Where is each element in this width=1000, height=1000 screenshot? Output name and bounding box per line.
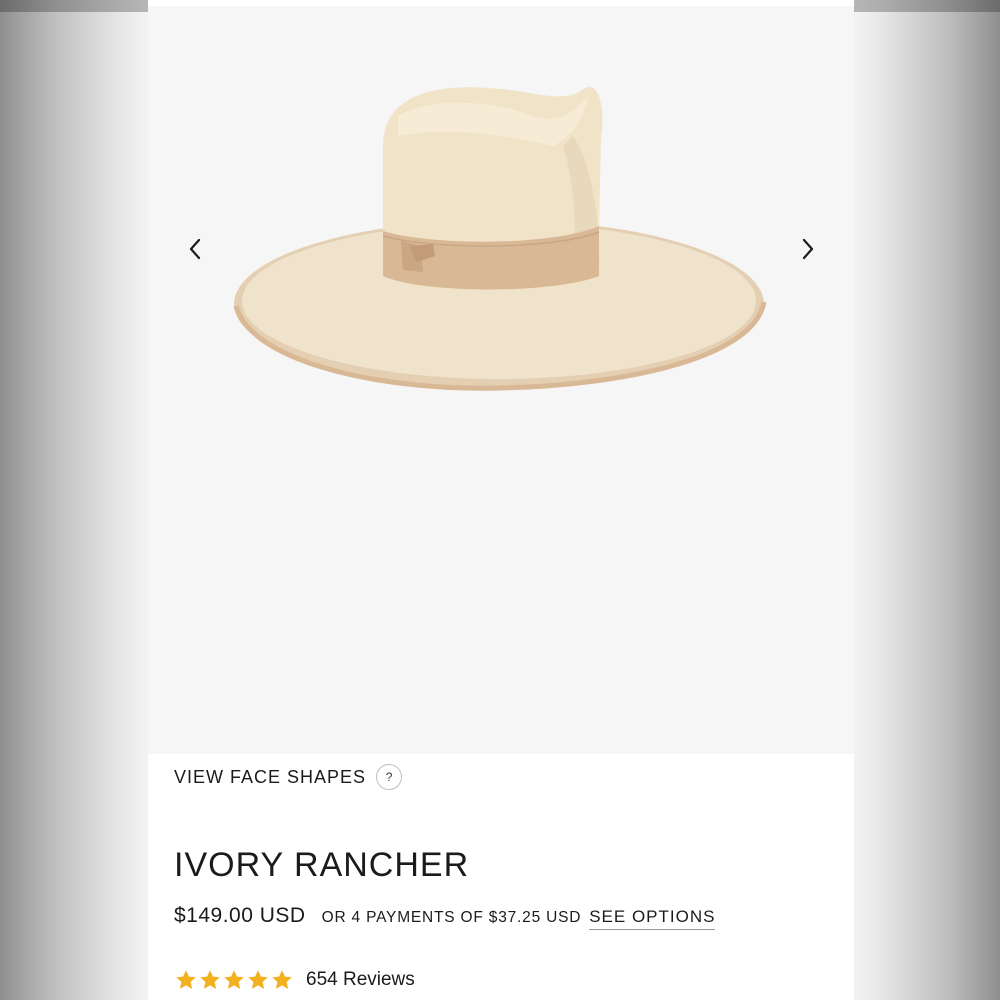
product-price: $149.00 USD xyxy=(174,904,306,927)
installments-text: OR 4 PAYMENTS OF $37.25 USD xyxy=(321,909,582,926)
help-icon[interactable]: ? xyxy=(376,764,403,790)
chevron-left-icon xyxy=(189,238,201,260)
hat-image xyxy=(233,86,767,391)
rating-row: 654 Reviews xyxy=(174,968,415,992)
product-title: IVORY RANCHER xyxy=(174,846,470,884)
product-gallery xyxy=(148,6,854,754)
left-background xyxy=(0,0,148,1000)
star-icon xyxy=(200,970,220,989)
view-face-shapes-link[interactable]: VIEW FACE SHAPES ? xyxy=(174,764,403,790)
star-icon xyxy=(272,970,292,989)
star-icon xyxy=(224,970,244,989)
product-page: VIEW FACE SHAPES ? IVORY RANCHER $149.00… xyxy=(148,0,854,1000)
star-icon xyxy=(248,970,268,989)
star-rating xyxy=(174,968,294,992)
see-options-link[interactable]: SEE OPTIONS xyxy=(589,907,716,930)
chevron-right-icon xyxy=(802,238,814,260)
gallery-next-button[interactable] xyxy=(793,234,823,264)
star-icon xyxy=(176,970,196,989)
gallery-prev-button[interactable] xyxy=(180,234,210,264)
reviews-link[interactable]: 654 Reviews xyxy=(306,969,415,991)
right-background xyxy=(854,0,1000,1000)
view-face-shapes-label: VIEW FACE SHAPES xyxy=(174,766,367,787)
price-row: $149.00 USD OR 4 PAYMENTS OF $37.25 USD … xyxy=(174,904,716,930)
